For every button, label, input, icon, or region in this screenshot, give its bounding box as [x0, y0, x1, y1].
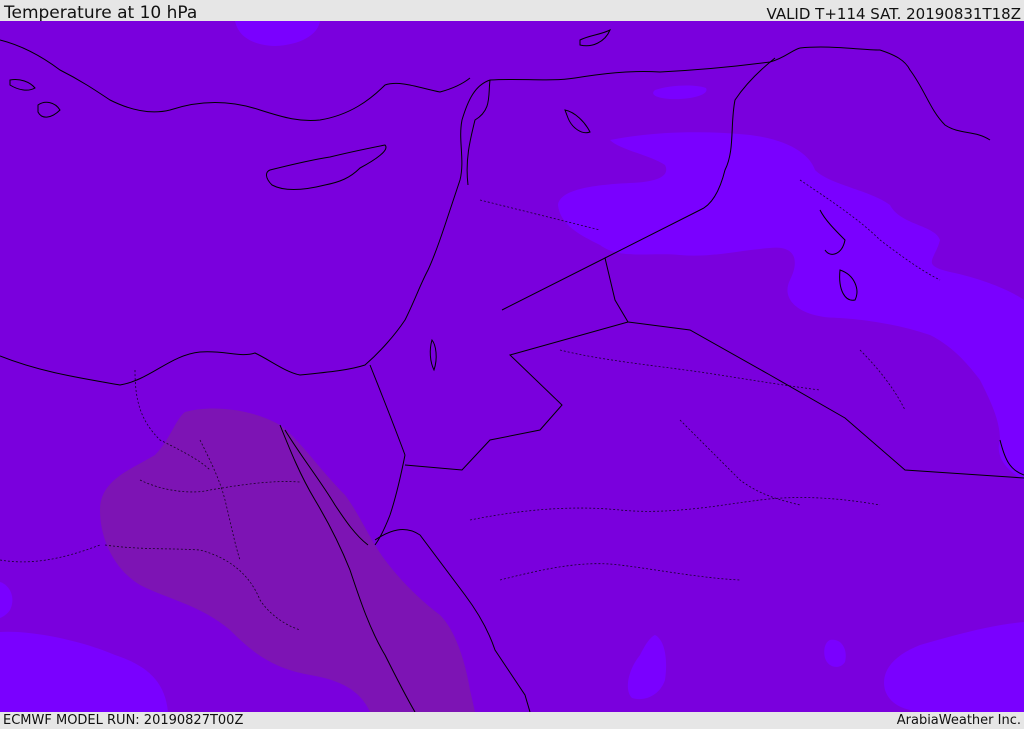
map-canvas — [0, 21, 1024, 712]
temperature-map[interactable] — [0, 21, 1024, 712]
model-run-label: ECMWF MODEL RUN: 20190827T00Z — [3, 713, 244, 728]
header-bar: Temperature at 10 hPa VALID T+114 SAT. 2… — [0, 0, 1024, 23]
footer-bar: ECMWF MODEL RUN: 20190827T00Z ArabiaWeat… — [0, 712, 1024, 729]
base-temperature-field — [0, 21, 1024, 712]
map-title: Temperature at 10 hPa — [4, 3, 198, 23]
credit-label: ArabiaWeather Inc. — [896, 713, 1021, 728]
